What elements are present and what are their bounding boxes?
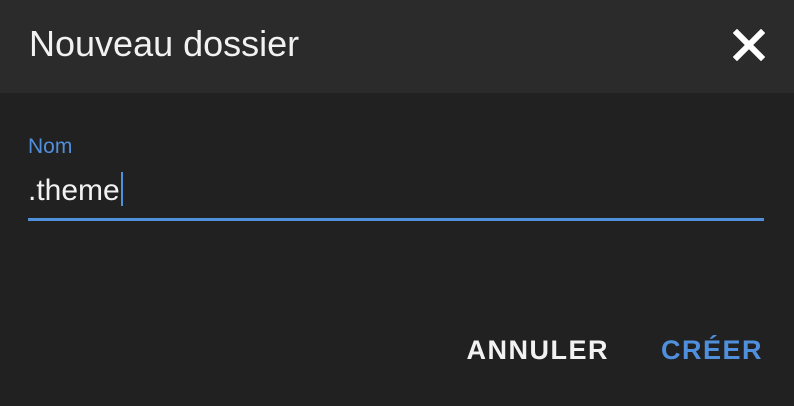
folder-name-input[interactable]: .theme <box>28 172 764 212</box>
create-button[interactable]: CRÉER <box>661 332 763 368</box>
folder-name-label: Nom <box>28 135 73 158</box>
dialog-actions: ANNULER CRÉER <box>466 332 763 368</box>
new-folder-dialog: Nouveau dossier Nom .theme ANNULER CRÉER <box>0 0 794 406</box>
cancel-button[interactable]: ANNULER <box>466 332 609 368</box>
dialog-header: Nouveau dossier <box>0 0 794 93</box>
text-caret <box>120 172 123 206</box>
close-button[interactable] <box>725 21 773 69</box>
folder-name-field: Nom .theme <box>28 134 764 221</box>
close-icon <box>733 29 765 61</box>
folder-name-value[interactable]: .theme <box>28 173 120 209</box>
input-underline <box>28 218 764 221</box>
dialog-title: Nouveau dossier <box>29 23 300 64</box>
